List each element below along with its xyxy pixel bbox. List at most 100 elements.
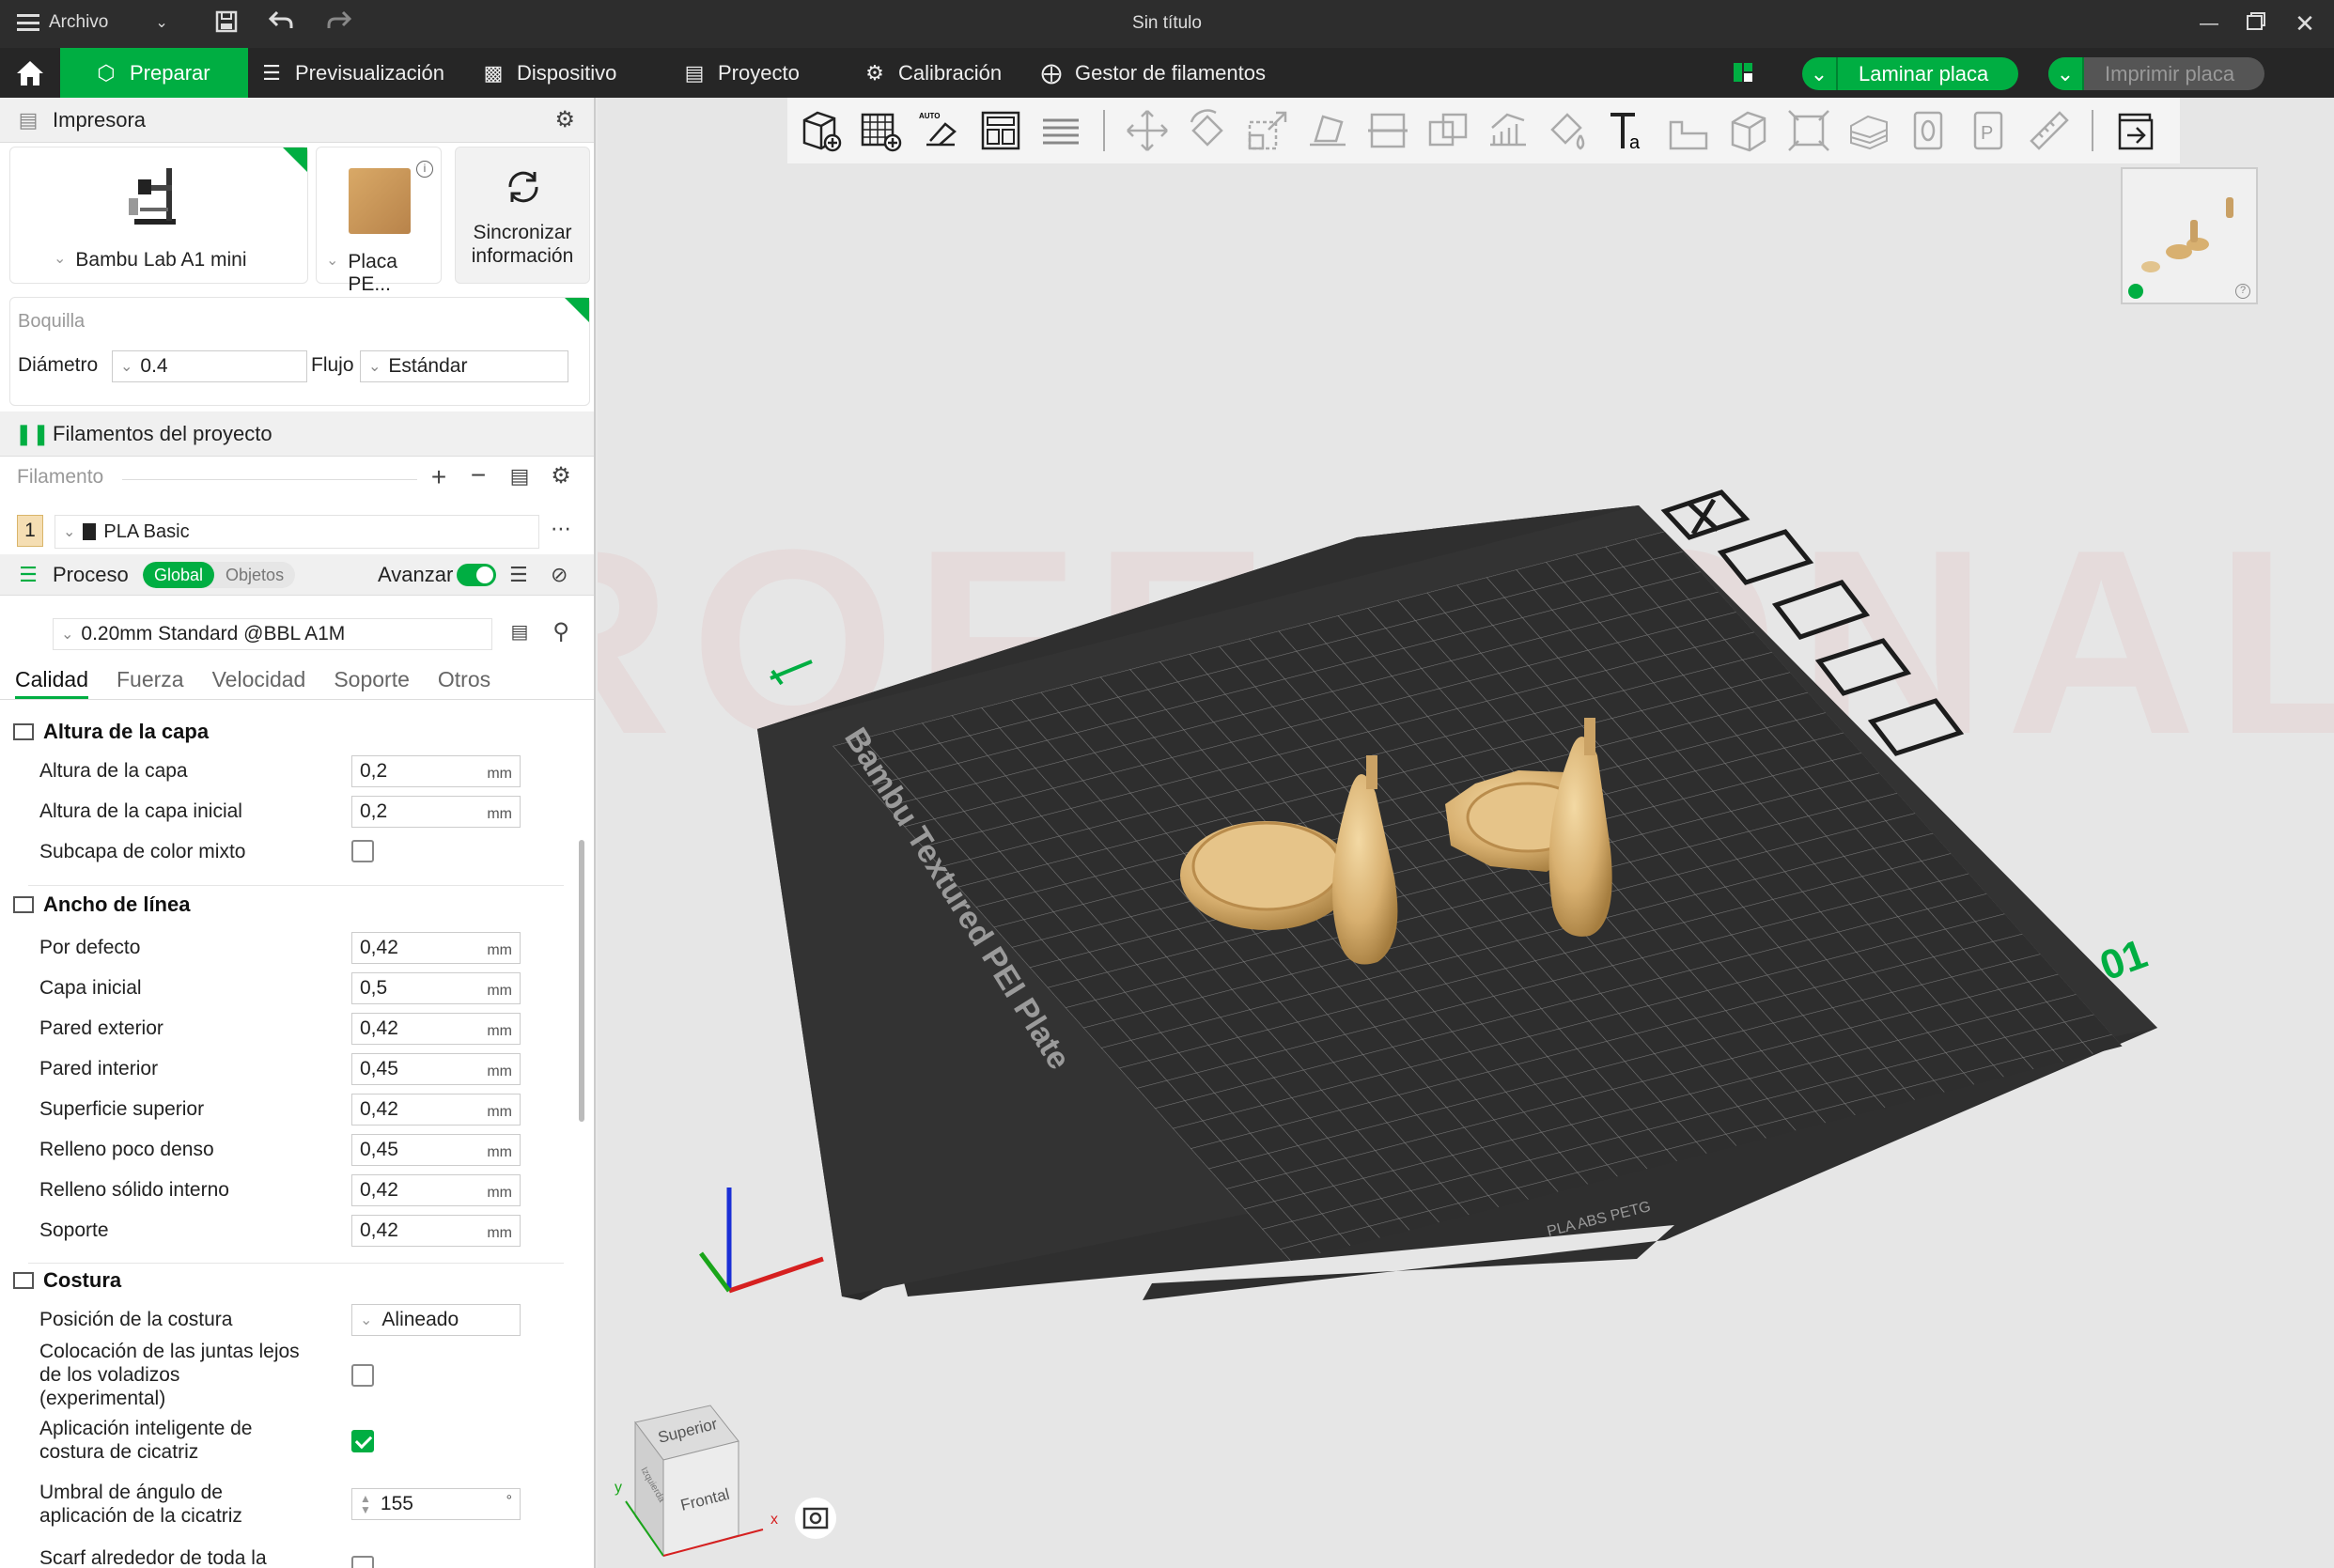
text-icon[interactable]: a: [1603, 105, 1654, 156]
camera-reset-icon[interactable]: [795, 1498, 836, 1539]
3d-viewport[interactable]: PROFESIONAL review Bambu Textured PEI Pl…: [598, 98, 2334, 1568]
build-plate-scene[interactable]: Bambu Textured PEI Plate 01 PLA ABS PETG: [598, 98, 2334, 1568]
scarf-checkbox[interactable]: [351, 1556, 374, 1568]
tab-proyecto[interactable]: ▤ Proyecto: [682, 48, 800, 98]
toolbar-separator: [2092, 110, 2093, 151]
plate-lock-icon[interactable]: [2128, 284, 2143, 299]
filament-sync-icon[interactable]: ▤: [506, 464, 534, 489]
arrange-icon[interactable]: [975, 105, 1026, 156]
help-icon[interactable]: ?: [2235, 284, 2250, 299]
layer-height-icon: [13, 723, 34, 740]
tab-dispositivo[interactable]: ▩ Dispositivo: [481, 48, 617, 98]
auto-orient-icon[interactable]: AUTO: [915, 105, 966, 156]
slice-plate-button[interactable]: ⌄ Laminar placa: [1802, 57, 2019, 90]
objects-list-icon[interactable]: [2110, 105, 2161, 156]
tab-otros[interactable]: Otros: [438, 667, 490, 699]
setting-label: Altura de la capa inicial: [39, 800, 242, 822]
gear-icon[interactable]: ⚙: [547, 462, 575, 489]
add-plate-icon[interactable]: [855, 105, 906, 156]
process-mode-toggle[interactable]: Global Objetos: [143, 562, 296, 588]
mixed-color-checkbox[interactable]: [351, 840, 374, 862]
remove-filament-icon[interactable]: −: [464, 460, 492, 490]
line-width-input[interactable]: 0,42 mm: [351, 1013, 521, 1045]
line-width-input[interactable]: 0,45 mm: [351, 1053, 521, 1085]
tab-calibracion[interactable]: ⚙ Calibración: [863, 48, 1002, 98]
view-cube[interactable]: Superior Frontal Izquierda y x: [615, 1405, 778, 1558]
flow-select[interactable]: ⌄ Estándar: [360, 350, 568, 382]
tab-gestor-filamentos[interactable]: ⨁ Gestor de filamentos: [1039, 48, 1266, 98]
process-preset-select[interactable]: ⌄ 0.20mm Standard @BBL A1M: [53, 618, 492, 650]
more-options-icon[interactable]: ⋯: [547, 517, 575, 541]
tab-preparar[interactable]: ⬡ Preparar: [60, 48, 248, 98]
seam-overhang-checkbox[interactable]: [351, 1364, 374, 1387]
filament-select[interactable]: ⌄ PLA Basic: [54, 515, 539, 549]
printer-card[interactable]: ⌄ Bambu Lab A1 mini: [9, 147, 308, 284]
add-object-icon[interactable]: [795, 105, 846, 156]
fuzzy-skin-icon[interactable]: [1844, 105, 1894, 156]
cut-icon[interactable]: [1362, 105, 1413, 156]
seam-position-select[interactable]: ⌄ Alineado: [351, 1304, 521, 1336]
minimize-icon[interactable]: —: [2195, 9, 2223, 38]
variable-layer-icon[interactable]: [1904, 105, 1954, 156]
nozzle-title: Boquilla: [18, 311, 86, 332]
line-width-input[interactable]: 0,42 mm: [351, 932, 521, 964]
add-filament-icon[interactable]: +: [425, 462, 453, 492]
plate-layout-icon[interactable]: [1731, 60, 1757, 86]
line-width-input[interactable]: 0,42 mm: [351, 1094, 521, 1126]
line-width-input[interactable]: 0,45 mm: [351, 1134, 521, 1166]
list-icon[interactable]: ☰: [509, 563, 528, 587]
scarf-angle-stepper[interactable]: ▲ ▼ 155 °: [351, 1488, 521, 1520]
tab-label: Proyecto: [718, 60, 800, 85]
tab-label: Preparar: [130, 60, 210, 85]
measure-icon[interactable]: [1723, 105, 1774, 156]
diameter-select[interactable]: ⌄ 0.4: [112, 350, 307, 382]
filament-manager-icon: ⨁: [1041, 60, 1062, 85]
advanced-toggle[interactable]: [457, 564, 496, 586]
search-icon[interactable]: ⚲: [547, 618, 575, 645]
split-layers-icon[interactable]: [1035, 105, 1086, 156]
smart-scarf-checkbox[interactable]: [351, 1430, 374, 1452]
seam-paint-icon[interactable]: P: [1964, 105, 2015, 156]
layer-height-input[interactable]: 0,2 mm: [351, 755, 521, 787]
chevron-down-icon[interactable]: ⌄: [1802, 57, 1838, 90]
boolean-icon[interactable]: [1423, 105, 1473, 156]
line-width-input[interactable]: 0,42 mm: [351, 1215, 521, 1247]
filament-index-badge[interactable]: 1: [17, 515, 43, 547]
tab-soporte[interactable]: Soporte: [334, 667, 410, 699]
sync-info-button[interactable]: Sincronizar información: [455, 147, 590, 284]
maximize-icon[interactable]: [2242, 9, 2270, 38]
tab-calidad[interactable]: Calidad: [15, 667, 88, 699]
slice-plate-label: Laminar placa: [1859, 61, 1989, 85]
info-icon[interactable]: i: [416, 161, 433, 178]
emboss-icon[interactable]: [1663, 105, 1714, 156]
assembly-icon[interactable]: [1783, 105, 1834, 156]
home-button[interactable]: [0, 48, 60, 98]
ruler-icon[interactable]: [2024, 105, 2075, 156]
initial-layer-height-input[interactable]: 0,2 mm: [351, 796, 521, 828]
panel-scrollbar[interactable]: [579, 840, 584, 1122]
support-paint-icon[interactable]: [1483, 105, 1533, 156]
compare-icon[interactable]: ⊘: [551, 563, 568, 587]
chevron-down-icon[interactable]: ⌄: [2048, 57, 2084, 90]
gear-icon[interactable]: ⚙: [554, 106, 575, 133]
mode-objects[interactable]: Objetos: [214, 562, 295, 588]
plate-card[interactable]: i ⌄ Placa PE...: [316, 147, 442, 295]
move-icon[interactable]: [1122, 105, 1173, 156]
color-paint-icon[interactable]: [1543, 105, 1594, 156]
print-plate-button[interactable]: ⌄ Imprimir placa: [2048, 57, 2265, 90]
plate-thumbnail[interactable]: ?: [2121, 167, 2258, 304]
rotate-icon[interactable]: [1182, 105, 1233, 156]
tab-fuerza[interactable]: Fuerza: [117, 667, 184, 699]
edit-plate-icon[interactable]: [770, 660, 813, 686]
plate-thumbnail-icon: [349, 168, 411, 234]
tab-previsualizacion[interactable]: ☰ Previsualización: [259, 48, 444, 98]
stepper-icon[interactable]: ▲ ▼: [360, 1493, 371, 1515]
line-width-input[interactable]: 0,5 mm: [351, 972, 521, 1004]
close-icon[interactable]: ✕: [2291, 9, 2319, 38]
mode-global[interactable]: Global: [143, 562, 215, 588]
scale-icon[interactable]: [1242, 105, 1293, 156]
lay-on-face-icon[interactable]: [1302, 105, 1353, 156]
line-width-input[interactable]: 0,42 mm: [351, 1174, 521, 1206]
save-preset-icon[interactable]: ▤: [506, 620, 534, 644]
tab-velocidad[interactable]: Velocidad: [212, 667, 306, 699]
